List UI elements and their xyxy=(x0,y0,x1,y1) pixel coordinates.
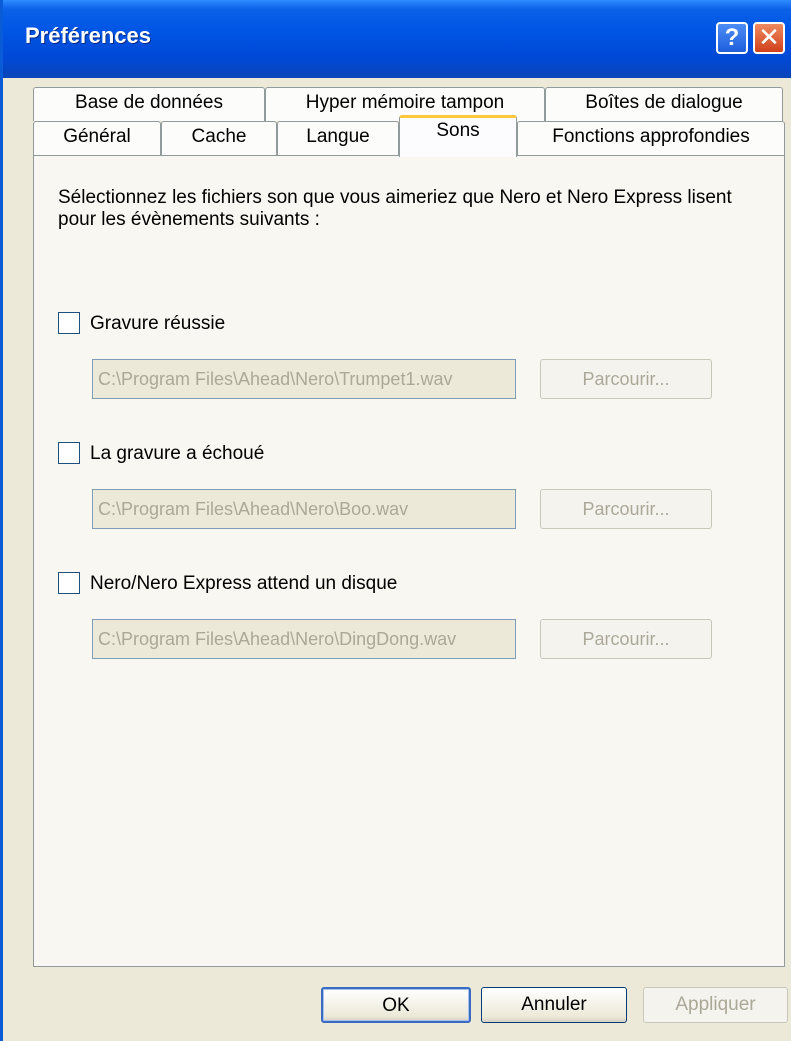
checkbox-label: La gravure a échoué xyxy=(90,443,265,464)
checkbox-gravure-echouee[interactable] xyxy=(58,442,80,464)
tab-label: Sons xyxy=(436,120,480,141)
browse-button[interactable]: Parcourir... xyxy=(540,489,712,529)
checkbox-gravure-reussie[interactable] xyxy=(58,312,80,334)
sound-path-field[interactable]: C:\Program Files\Ahead\Nero\Boo.wav xyxy=(92,489,516,529)
checkbox-label: Nero/Nero Express attend un disque xyxy=(90,573,398,594)
close-icon: ✕ xyxy=(758,22,780,52)
tab-label: Base de données xyxy=(75,92,223,113)
title-bar[interactable]: Préférences ? ✕ xyxy=(3,0,791,78)
apply-button[interactable]: Appliquer xyxy=(643,987,788,1023)
preferences-dialog: Préférences ? ✕ Base de données Hyper mé… xyxy=(0,0,791,1041)
tab-general[interactable]: Général xyxy=(33,121,161,156)
tab-fonctions-approfondies[interactable]: Fonctions approfondies xyxy=(517,121,785,156)
help-button[interactable]: ? xyxy=(716,22,748,54)
sound-path-field[interactable]: C:\Program Files\Ahead\Nero\DingDong.wav xyxy=(92,619,516,659)
checkbox-label: Gravure réussie xyxy=(90,313,226,334)
tab-boites-de-dialogue[interactable]: Boîtes de dialogue xyxy=(545,87,783,121)
tab-langue[interactable]: Langue xyxy=(277,121,399,156)
checkbox-attend-disque[interactable] xyxy=(58,572,80,594)
tab-label: Hyper mémoire tampon xyxy=(305,92,505,113)
window-title: Préférences xyxy=(25,23,151,48)
close-button[interactable]: ✕ xyxy=(753,22,785,54)
tab-label: Langue xyxy=(306,126,370,147)
browse-button[interactable]: Parcourir... xyxy=(540,619,712,659)
tab-base-de-donnees[interactable]: Base de données xyxy=(33,87,265,121)
ok-button[interactable]: OK xyxy=(321,987,471,1023)
tab-label: Boîtes de dialogue xyxy=(585,92,743,113)
help-icon: ? xyxy=(724,24,740,51)
tab-label: Cache xyxy=(191,126,247,147)
tab-cache[interactable]: Cache xyxy=(161,121,277,156)
sons-panel xyxy=(33,155,785,967)
sons-description: Sélectionnez les fichiers son que vous a… xyxy=(58,187,732,230)
sound-path-field[interactable]: C:\Program Files\Ahead\Nero\Trumpet1.wav xyxy=(92,359,516,399)
tab-label: Fonctions approfondies xyxy=(552,126,750,147)
browse-button[interactable]: Parcourir... xyxy=(540,359,712,399)
cancel-button[interactable]: Annuler xyxy=(481,987,627,1023)
tab-sons[interactable]: Sons xyxy=(399,115,517,157)
tab-label: Général xyxy=(63,126,131,147)
